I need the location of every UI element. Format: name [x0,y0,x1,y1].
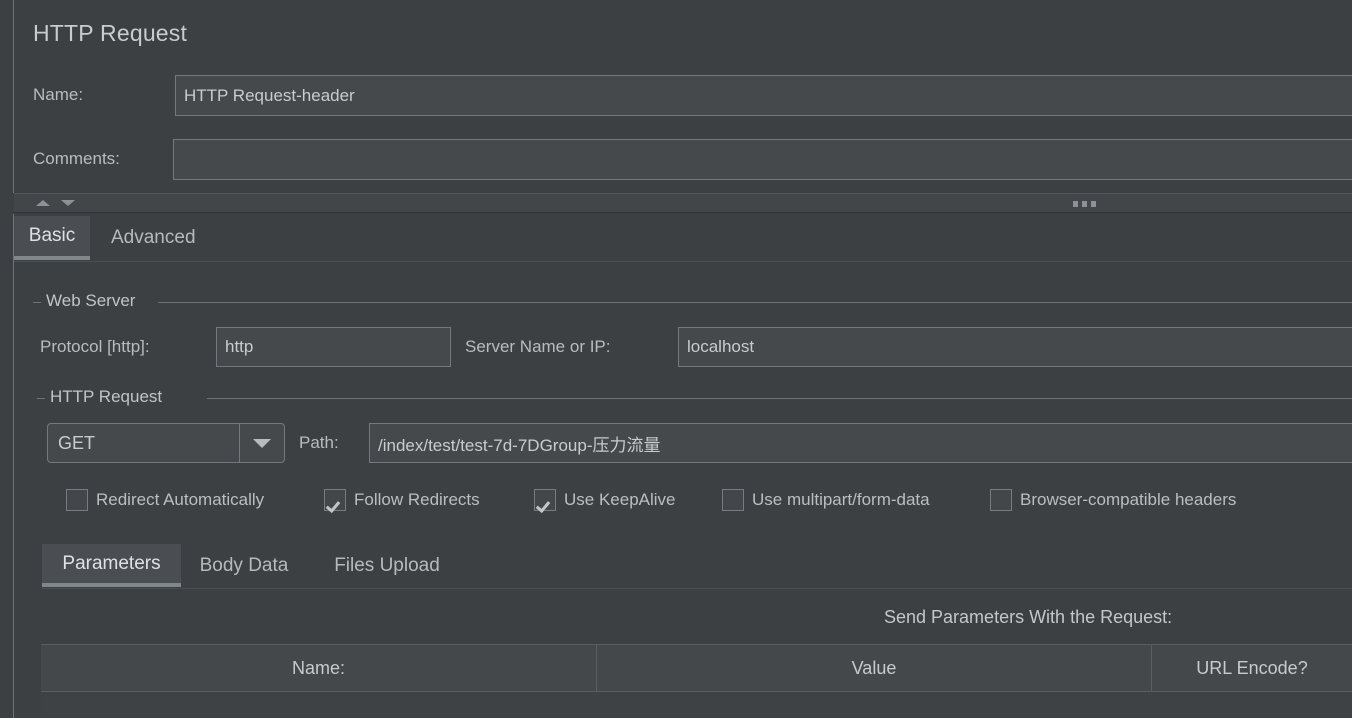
tab-parameters[interactable]: Parameters [42,544,181,587]
checkbox-label: Browser-compatible headers [1020,490,1237,509]
http-request-sampler-panel: HTTP Request Name: HTTP Request-header C… [0,0,1352,718]
http-request-group-line [207,398,1352,399]
checkbox-label: Follow Redirects [354,490,480,509]
page-title: HTTP Request [33,20,188,46]
checkbox-use-keepalive[interactable]: Use KeepAlive [534,489,676,511]
checkbox-redirect-automatically[interactable]: Redirect Automatically [66,489,264,511]
checkbox-follow-redirects[interactable]: Follow Redirects [324,489,480,511]
tab-advanced[interactable]: Advanced [90,216,225,260]
protocol-input[interactable]: http [216,327,451,367]
checkbox-box [66,489,88,511]
checkbox-label: Use multipart/form-data [752,490,930,509]
triangle-down-icon[interactable] [61,200,75,206]
path-label: Path: [299,433,339,452]
tab-files-upload[interactable]: Files Upload [307,544,467,587]
column-header-url-encode[interactable]: URL Encode? [1152,645,1352,691]
server-name-label: Server Name or IP: [465,337,611,356]
checkbox-box-checked [534,489,556,511]
checkbox-box [990,489,1012,511]
http-request-group-label: HTTP Request [45,387,168,407]
panel-splitter[interactable] [14,193,1352,213]
checkbox-use-multipart-form-data[interactable]: Use multipart/form-data [722,489,930,511]
checkbox-label: Use KeepAlive [564,490,676,509]
checkbox-box [722,489,744,511]
column-header-name[interactable]: Name: [41,645,597,691]
protocol-label: Protocol [http]: [40,337,150,356]
name-label: Name: [33,85,84,104]
checkbox-browser-compatible-headers[interactable]: Browser-compatible headers [990,489,1236,511]
server-name-input[interactable]: localhost [678,327,1352,367]
column-header-value[interactable]: Value [597,645,1152,691]
path-input[interactable]: /index/test/test-7d-7DGroup-压力流量 [369,423,1352,463]
method-dropdown-value: GET [58,432,96,453]
subtabstrip-divider [42,588,1352,589]
grip-dots-icon[interactable] [1073,201,1096,207]
http-request-group-tick [37,398,45,399]
method-dropdown[interactable]: GET [47,423,285,463]
web-server-group-tick [33,302,41,303]
left-rail-lower [13,214,14,718]
checkbox-box-checked [324,489,346,511]
triangle-up-icon[interactable] [36,200,50,206]
main-tabstrip: Basic Advanced [14,216,1352,262]
web-server-group-label: Web Server [41,291,141,311]
chevron-down-icon[interactable] [239,424,284,462]
tab-basic[interactable]: Basic [14,216,90,260]
parameters-table-body[interactable] [41,692,1352,718]
comments-label: Comments: [33,149,120,168]
tabstrip-divider [14,261,1352,262]
parameters-table-header: Name: Value URL Encode? [41,644,1352,692]
checkbox-label: Redirect Automatically [96,490,265,509]
tab-body-data[interactable]: Body Data [181,544,307,587]
web-server-group-line [158,302,1352,303]
parameters-tabstrip: Parameters Body Data Files Upload [42,544,1352,589]
name-input[interactable]: HTTP Request-header [175,75,1352,116]
left-rail-upper [13,0,14,193]
send-parameters-caption: Send Parameters With the Request: [884,607,1173,627]
comments-input[interactable] [173,139,1352,180]
